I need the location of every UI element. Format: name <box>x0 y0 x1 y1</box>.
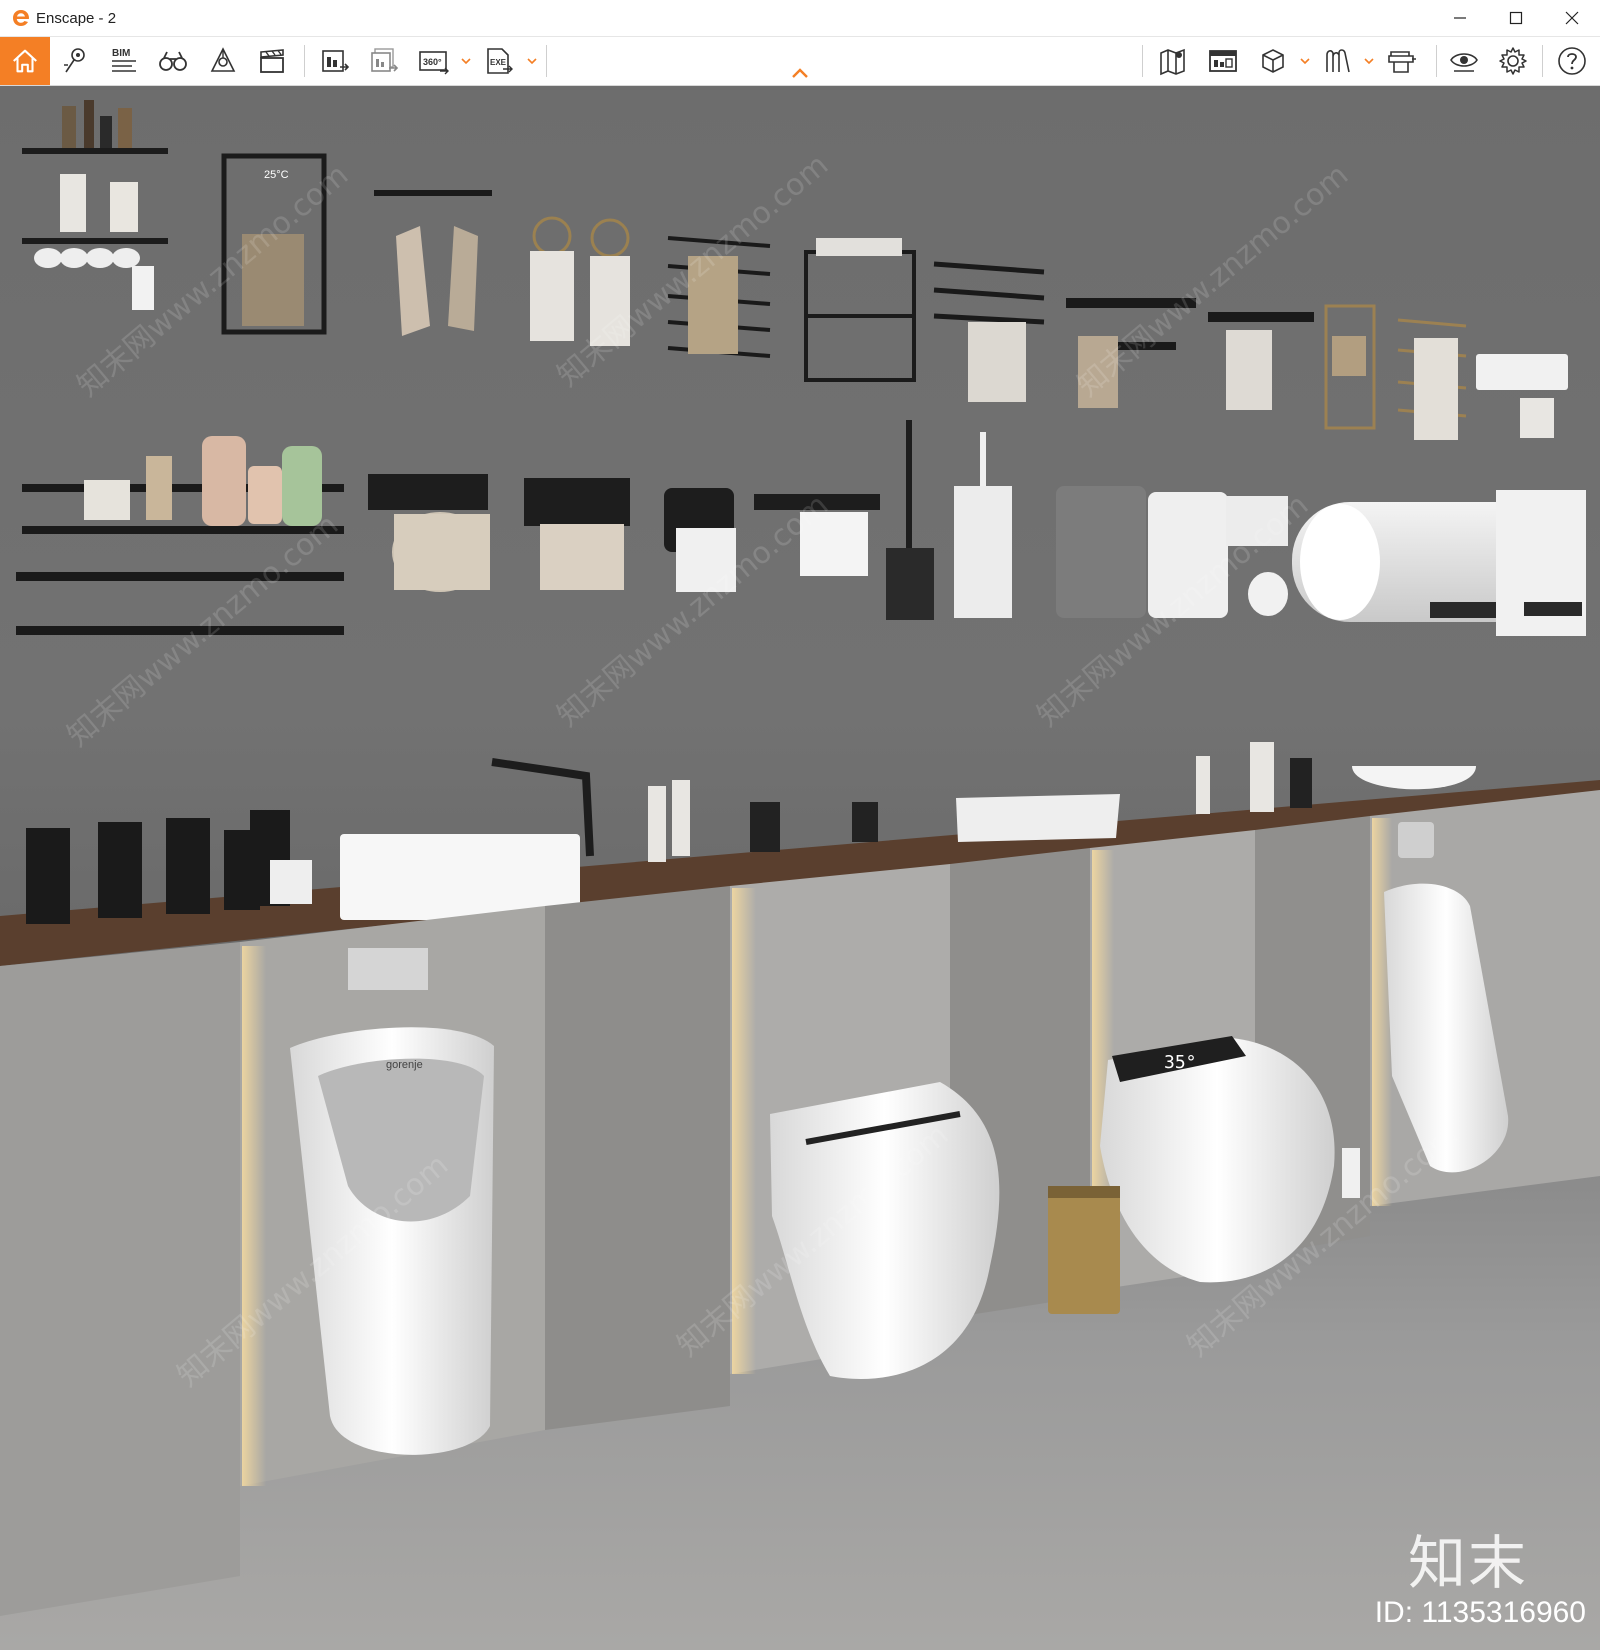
screenshot-button[interactable] <box>315 41 355 81</box>
batch-render-icon <box>371 48 399 72</box>
screenshot-icon <box>322 50 350 72</box>
minimize-icon <box>1454 17 1466 19</box>
clapperboard-icon <box>260 49 284 73</box>
svg-text:360°: 360° <box>423 57 442 67</box>
video-editor-button[interactable] <box>252 41 292 81</box>
render-viewport[interactable]: 25°C gorenje 35° 知末网www.znzmo.com 知末网www… <box>0 86 1600 1650</box>
position-pin-button[interactable] <box>56 41 96 81</box>
chevron-down-icon[interactable] <box>1299 55 1311 67</box>
bim-icon: BIM <box>112 48 136 72</box>
collapse-toolbar-chevron-up-icon[interactable] <box>790 66 810 80</box>
objects-button[interactable] <box>1253 41 1293 81</box>
visual-settings-icon <box>1450 53 1478 72</box>
wall-accessories-row-2 <box>16 420 1586 636</box>
cube-view-icon <box>1262 49 1284 73</box>
help-button[interactable] <box>1552 41 1592 81</box>
gear-icon <box>1499 47 1527 75</box>
home-icon <box>13 49 37 73</box>
light-bulb-icon <box>210 47 236 72</box>
binoculars-icon <box>159 51 187 71</box>
svg-text:gorenje: gorenje <box>386 1059 423 1071</box>
wall-accessories-row-1: 25°C <box>22 100 1568 440</box>
image-id-label: ID: 1135316960 <box>1374 1596 1586 1629</box>
svg-text:35°: 35° <box>1164 1052 1197 1073</box>
toolbar-separator <box>1436 45 1437 77</box>
map-icon <box>1160 48 1185 76</box>
svg-text:EXE: EXE <box>490 58 507 67</box>
material-editor-icon <box>1388 51 1416 73</box>
export-exe-icon: EXE <box>487 48 513 74</box>
views-button[interactable] <box>153 41 193 81</box>
visual-settings-button[interactable] <box>1444 41 1484 81</box>
chevron-down-icon[interactable] <box>1363 55 1375 67</box>
maximize-button[interactable] <box>1488 0 1544 36</box>
toolbar-separator <box>546 45 547 77</box>
svg-text:BIM: BIM <box>112 48 130 59</box>
panorama-360-icon: 360° <box>419 51 449 75</box>
title-bar: Enscape - 2 <box>0 0 1600 37</box>
svg-text:25°C: 25°C <box>264 169 289 181</box>
export-button[interactable]: EXE <box>478 41 518 81</box>
batch-render-button[interactable] <box>364 41 404 81</box>
toolbar-separator <box>304 45 305 77</box>
asset-library-icon <box>1326 49 1350 73</box>
toolbar-separator <box>1542 45 1543 77</box>
asset-library-button[interactable] <box>1318 41 1358 81</box>
znzmo-logo: 知末 <box>1408 1529 1529 1597</box>
window-controls <box>1432 0 1600 36</box>
minimize-button[interactable] <box>1432 0 1488 36</box>
atmosphere-button[interactable] <box>203 41 243 81</box>
close-icon <box>1565 11 1579 25</box>
info-panel-icon <box>1209 50 1237 72</box>
settings-button[interactable] <box>1493 41 1533 81</box>
material-editor-button[interactable] <box>1382 41 1422 81</box>
window-title: Enscape - 2 <box>36 9 117 27</box>
home-button[interactable] <box>0 37 50 85</box>
maximize-icon <box>1509 11 1523 25</box>
pin-icon <box>64 48 85 73</box>
toolbar-separator <box>1142 45 1143 77</box>
map-button[interactable] <box>1153 41 1193 81</box>
panorama-button[interactable]: 360° <box>414 41 454 81</box>
enscape-logo-icon <box>13 10 29 26</box>
chevron-down-icon[interactable] <box>526 55 538 67</box>
help-icon <box>1558 47 1586 75</box>
bim-button[interactable]: BIM <box>104 41 144 81</box>
close-button[interactable] <box>1544 0 1600 36</box>
chevron-down-icon[interactable] <box>460 55 472 67</box>
info-panel-button[interactable] <box>1203 41 1243 81</box>
bathroom-render-scene: 25°C gorenje 35° <box>0 100 1600 1616</box>
